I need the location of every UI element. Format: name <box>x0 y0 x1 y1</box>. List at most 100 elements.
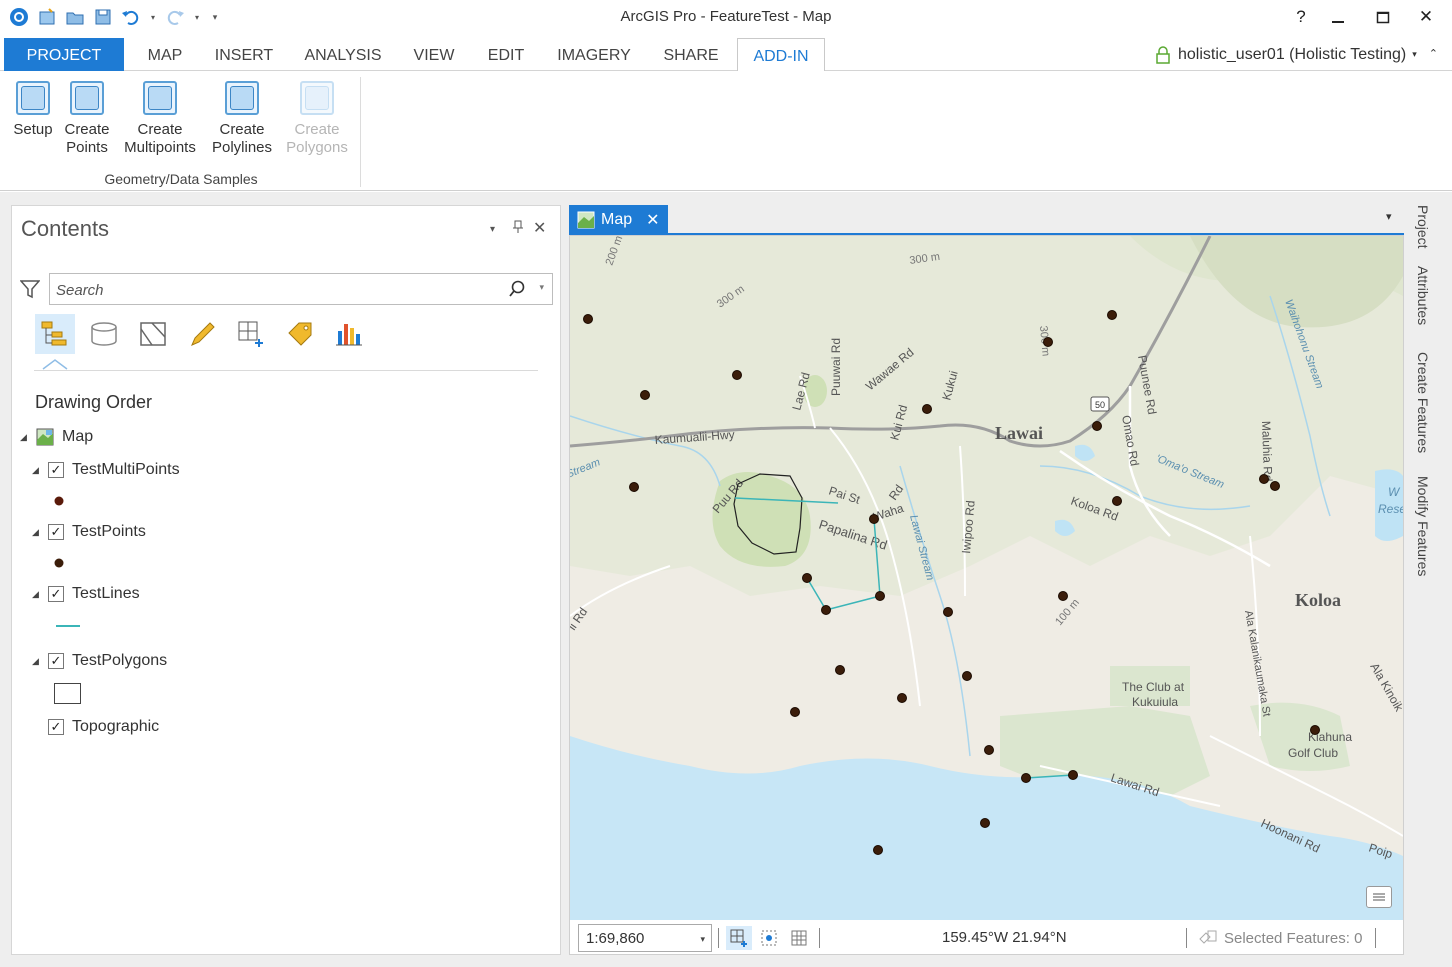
layer-visibility-checkbox[interactable]: ✓ <box>48 586 64 602</box>
side-tab-attributes[interactable]: Attributes <box>1412 266 1434 340</box>
snapping-icon[interactable] <box>726 926 752 950</box>
map-tabs-menu-icon[interactable]: ▾ <box>1386 210 1392 223</box>
search-options-icon[interactable]: ▾ <box>539 282 544 293</box>
save-project-icon[interactable] <box>92 6 114 28</box>
arcgis-app-icon[interactable] <box>8 6 30 28</box>
undo-icon[interactable] <box>120 6 142 28</box>
search-input[interactable] <box>56 280 496 300</box>
layer-visibility-checkbox[interactable]: ✓ <box>48 653 64 669</box>
test-line[interactable] <box>806 518 881 611</box>
tab-project[interactable]: PROJECT <box>4 38 124 71</box>
create-polylines-button[interactable]: Create Polylines <box>208 81 276 157</box>
test-point[interactable] <box>583 314 593 324</box>
map-view-tab[interactable]: Map ✕ <box>569 205 668 235</box>
test-point[interactable] <box>1058 591 1068 601</box>
test-point[interactable] <box>1270 481 1280 491</box>
list-charts-icon[interactable] <box>329 314 369 354</box>
close-window-button[interactable]: ✕ <box>1411 4 1441 30</box>
close-pane-icon[interactable]: ✕ <box>533 218 546 238</box>
layer-visibility-checkbox[interactable]: ✓ <box>48 719 64 735</box>
tree-item-testlines[interactable]: ◢ ✓ TestLines <box>32 583 140 605</box>
test-point[interactable] <box>1310 725 1320 735</box>
expander-icon[interactable]: ◢ <box>32 465 44 476</box>
expander-icon[interactable]: ◢ <box>20 432 32 443</box>
test-point[interactable] <box>1107 310 1117 320</box>
tree-item-testmultipoints[interactable]: ◢ ✓ TestMultiPoints <box>32 459 180 481</box>
map-canvas[interactable]: 50 Lawai Koloa Kaumualii-Hwy Koloa Rd Pa… <box>570 236 1403 920</box>
test-point[interactable] <box>873 845 883 855</box>
tree-item-testpolygons[interactable]: ◢ ✓ TestPolygons <box>32 650 167 672</box>
open-project-icon[interactable] <box>64 6 86 28</box>
expander-icon[interactable]: ◢ <box>32 589 44 600</box>
help-button[interactable]: ? <box>1286 4 1316 30</box>
test-point[interactable] <box>629 482 639 492</box>
list-by-labeling-icon[interactable] <box>280 314 320 354</box>
test-polygon[interactable] <box>733 473 803 555</box>
test-line[interactable] <box>1025 774 1074 779</box>
create-points-button[interactable]: Create Points <box>62 81 112 157</box>
layer-visibility-checkbox[interactable]: ✓ <box>48 462 64 478</box>
test-point[interactable] <box>1068 770 1078 780</box>
test-point[interactable] <box>1112 496 1122 506</box>
list-by-selection-icon[interactable] <box>133 314 173 354</box>
tab-map[interactable]: MAP <box>138 38 192 71</box>
undo-dropdown-icon[interactable]: ▾ <box>148 6 158 28</box>
test-point[interactable] <box>869 514 879 524</box>
contents-search[interactable]: ▾ <box>49 273 553 305</box>
map-notes-icon[interactable] <box>1366 886 1392 908</box>
layer-visibility-checkbox[interactable]: ✓ <box>48 524 64 540</box>
test-point[interactable] <box>640 390 650 400</box>
auto-hide-pin-icon[interactable] <box>512 220 524 237</box>
test-point[interactable] <box>821 605 831 615</box>
filter-icon[interactable] <box>19 279 41 302</box>
user-account[interactable]: holistic_user01 (Holistic Testing) ▾ ⌃ <box>1156 38 1438 71</box>
tab-edit[interactable]: EDIT <box>480 38 532 71</box>
selected-features[interactable]: Selected Features: 0 <box>1198 929 1362 947</box>
tab-view[interactable]: VIEW <box>406 38 462 71</box>
search-icon[interactable] <box>508 280 526 301</box>
test-point[interactable] <box>984 745 994 755</box>
side-tab-modify-features[interactable]: Modify Features <box>1412 476 1434 590</box>
new-project-icon[interactable] <box>36 6 58 28</box>
scale-dropdown-icon[interactable]: ▾ <box>700 934 705 945</box>
test-point[interactable] <box>980 818 990 828</box>
test-point[interactable] <box>1092 421 1102 431</box>
test-point[interactable] <box>802 573 812 583</box>
table-grid-icon[interactable] <box>786 926 812 950</box>
test-point[interactable] <box>962 671 972 681</box>
tab-add-in[interactable]: ADD-IN <box>737 38 825 72</box>
close-map-tab-icon[interactable]: ✕ <box>646 210 659 230</box>
scale-selector[interactable]: 1:69,860 ▾ <box>578 924 712 952</box>
create-polygons-button[interactable]: Create Polygons <box>282 81 352 157</box>
tree-item-map[interactable]: ◢ Map <box>20 426 93 448</box>
tab-share[interactable]: SHARE <box>656 38 726 71</box>
collapse-ribbon-icon[interactable]: ⌃ <box>1429 38 1438 71</box>
tab-insert[interactable]: INSERT <box>208 38 280 71</box>
test-point[interactable] <box>732 370 742 380</box>
tab-imagery[interactable]: IMAGERY <box>548 38 640 71</box>
maximize-button[interactable] <box>1368 4 1398 30</box>
side-tab-project[interactable]: Project <box>1412 205 1434 257</box>
setup-button[interactable]: Setup <box>12 81 54 139</box>
test-point[interactable] <box>790 707 800 717</box>
expander-icon[interactable]: ◢ <box>32 527 44 538</box>
side-tab-create-features[interactable]: Create Features <box>1412 352 1434 464</box>
tab-analysis[interactable]: ANALYSIS <box>298 38 388 71</box>
list-by-drawing-order-icon[interactable] <box>35 314 75 354</box>
tree-item-topographic[interactable]: ✓ Topographic <box>48 716 159 738</box>
minimize-button[interactable] <box>1323 4 1353 30</box>
test-point[interactable] <box>922 404 932 414</box>
test-point[interactable] <box>1021 773 1031 783</box>
redo-icon[interactable] <box>164 6 186 28</box>
pane-options-icon[interactable]: ▾ <box>490 224 495 235</box>
list-by-editing-icon[interactable] <box>182 314 222 354</box>
tree-item-testpoints[interactable]: ◢ ✓ TestPoints <box>32 521 146 543</box>
customize-qat-icon[interactable]: ▾ <box>208 6 222 28</box>
test-point[interactable] <box>1043 337 1053 347</box>
test-point[interactable] <box>1259 474 1269 484</box>
test-line[interactable] <box>734 497 839 504</box>
expander-icon[interactable]: ◢ <box>32 656 44 667</box>
create-multipoints-button[interactable]: Create Multipoints <box>118 81 202 157</box>
list-by-data-source-icon[interactable] <box>84 314 124 354</box>
list-by-snapping-icon[interactable] <box>231 314 271 354</box>
